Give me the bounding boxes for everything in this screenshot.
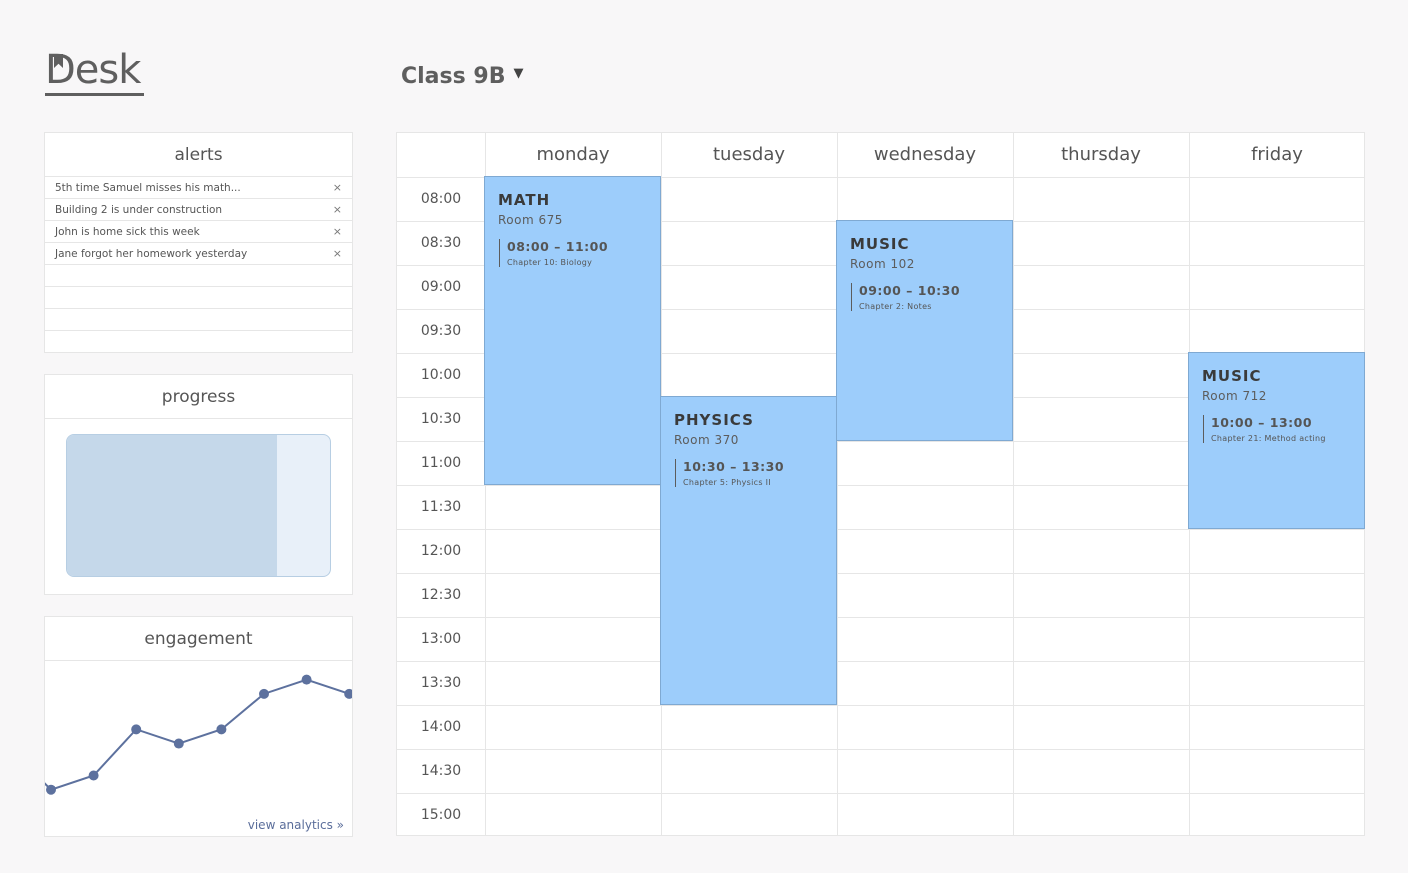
time-label: 09:00 (420, 279, 462, 295)
close-icon[interactable]: × (333, 203, 342, 216)
event-detail: 08:00 – 11:00 Chapter 10: Biology (499, 239, 647, 267)
alert-text: 5th time Samuel misses his math... (55, 181, 241, 194)
time-label: 09:30 (420, 323, 462, 339)
day-header-monday: monday (536, 144, 610, 165)
grid-row-line (397, 793, 1364, 794)
engagement-point (344, 688, 352, 699)
event-chapter: Chapter 10: Biology (507, 258, 593, 267)
event-music-wednesday[interactable]: MUSIC Room 102 09:00 – 10:30 Chapter 2: Not… (836, 220, 1013, 441)
app-logo[interactable]: Desk (45, 48, 145, 98)
time-label: 10:00 (420, 367, 462, 383)
time-label: 11:00 (420, 455, 462, 471)
grid-row-line (397, 617, 1364, 618)
engagement-point (301, 674, 312, 685)
progress-bar-fill (67, 435, 278, 576)
grid-row-line (397, 573, 1364, 574)
engagement-point (173, 738, 184, 749)
day-header-tuesday: tuesday (712, 144, 786, 165)
event-math-monday[interactable]: MATH Room 675 08:00 – 11:00 Chapter 10: Bio… (484, 176, 661, 485)
class-selector-dropdown[interactable]: Class 9B ▼ (401, 64, 523, 89)
time-label: 14:30 (420, 763, 462, 779)
progress-bar (66, 434, 331, 577)
time-label: 10:30 (420, 411, 462, 427)
close-icon[interactable]: × (333, 247, 342, 260)
event-title: MUSIC (1202, 367, 1262, 385)
event-title: PHYSICS (674, 411, 754, 429)
time-label: 08:00 (420, 191, 462, 207)
engagement-point (46, 784, 56, 795)
engagement-panel: engagement view analytics » (44, 616, 353, 837)
class-selector-label: Class 9B (401, 64, 506, 89)
progress-panel: progress (44, 374, 353, 595)
time-label: 08:30 (420, 235, 462, 251)
event-title: MUSIC (850, 235, 910, 253)
alert-empty-row (45, 265, 352, 287)
time-label: 12:00 (420, 543, 462, 559)
event-title: MATH (498, 191, 551, 209)
alert-item[interactable]: Building 2 is under construction × (45, 199, 352, 221)
alert-text: Building 2 is under construction (55, 203, 223, 216)
event-room: Room 712 (1202, 389, 1267, 403)
event-chapter: Chapter 2: Notes (859, 302, 932, 311)
engagement-line-chart (45, 674, 352, 795)
time-label: 14:00 (420, 719, 462, 735)
progress-title: progress (45, 375, 352, 419)
grid-row-line (397, 661, 1364, 662)
grid-column-line (1013, 133, 1014, 835)
alert-item[interactable]: Jane forgot her homework yesterday × (45, 243, 352, 265)
event-room: Room 102 (850, 257, 915, 271)
logo-text: Desk (45, 47, 141, 93)
event-time: 10:00 – 13:00 (1211, 415, 1313, 430)
event-time: 08:00 – 11:00 (507, 239, 609, 254)
alerts-panel: alerts 5th time Samuel misses his math..… (44, 132, 353, 353)
alert-text: John is home sick this week (55, 225, 200, 238)
alert-text: Jane forgot her homework yesterday (55, 247, 248, 260)
event-room: Room 675 (498, 213, 563, 227)
close-icon[interactable]: × (333, 181, 342, 194)
alerts-title: alerts (45, 133, 352, 177)
event-physics-tuesday[interactable]: PHYSICS Room 370 10:30 – 13:30 Chapter 5: P… (660, 396, 837, 705)
time-label: 12:30 (420, 587, 462, 603)
engagement-title: engagement (45, 617, 352, 661)
close-icon[interactable]: × (333, 225, 342, 238)
alert-empty-row (45, 331, 352, 353)
alert-empty-row (45, 309, 352, 331)
engagement-point (259, 688, 269, 699)
grid-row-line (397, 529, 1364, 530)
time-label: 11:30 (420, 499, 462, 515)
event-music-friday[interactable]: MUSIC Room 712 10:00 – 13:00 Chapter 21: Me… (1188, 352, 1365, 529)
event-detail: 10:30 – 13:30 Chapter 5: Physics II (675, 459, 823, 487)
alert-empty-row (45, 287, 352, 309)
event-detail: 09:00 – 10:30 Chapter 2: Notes (851, 283, 999, 311)
event-room: Room 370 (674, 433, 739, 447)
time-label: 13:30 (420, 675, 462, 691)
engagement-point (88, 770, 99, 781)
alert-item[interactable]: 5th time Samuel misses his math... × (45, 177, 352, 199)
calendar-grid: monday tuesday wednesday thursday friday 08:0… (397, 133, 1365, 835)
alert-item[interactable]: John is home sick this week × (45, 221, 352, 243)
day-header-wednesday: wednesday (873, 144, 977, 165)
time-label: 13:00 (420, 631, 462, 647)
event-time: 09:00 – 10:30 (859, 283, 961, 298)
view-analytics-link[interactable]: view analytics » (248, 818, 344, 832)
day-header-thursday: thursday (1061, 144, 1141, 165)
alerts-list: 5th time Samuel misses his math... × Build… (45, 177, 352, 353)
engagement-point (131, 724, 142, 735)
event-detail: 10:00 – 13:00 Chapter 21: Method acting (1203, 415, 1351, 443)
caret-down-icon: ▼ (513, 66, 524, 81)
weekly-calendar: monday tuesday wednesday thursday friday 08:0… (396, 132, 1365, 836)
grid-row-line (397, 705, 1364, 706)
grid-row-line (397, 749, 1364, 750)
event-chapter: Chapter 21: Method acting (1211, 434, 1326, 443)
time-label: 15:00 (420, 807, 462, 823)
day-header-friday: friday (1251, 144, 1303, 165)
event-chapter: Chapter 5: Physics II (683, 478, 772, 487)
logo-underline (45, 93, 144, 96)
engagement-point (216, 724, 227, 735)
event-time: 10:30 – 13:30 (683, 459, 785, 474)
